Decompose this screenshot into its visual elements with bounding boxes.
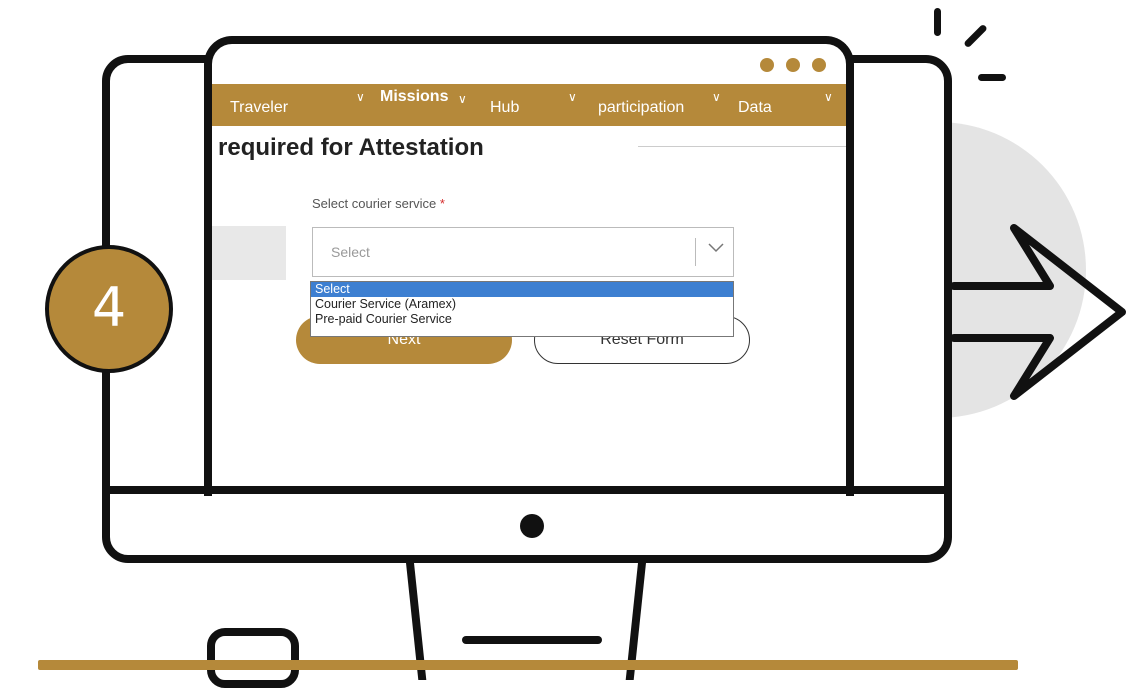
monitor-button-icon xyxy=(520,514,544,538)
required-mark: * xyxy=(439,196,445,211)
window-dot-icon[interactable] xyxy=(786,58,800,72)
dropdown-option[interactable]: Courier Service (Aramex) xyxy=(311,297,733,312)
chevron-down-icon[interactable]: ∨ xyxy=(356,90,365,104)
nav-item-data[interactable]: Data xyxy=(738,99,772,117)
window-dot-icon[interactable] xyxy=(760,58,774,72)
select-divider xyxy=(695,238,696,266)
window-dot-icon[interactable] xyxy=(812,58,826,72)
courier-dropdown-list: Select Courier Service (Aramex) Pre-paid… xyxy=(310,281,734,337)
nav-item-hub[interactable]: Hub xyxy=(490,99,519,117)
sparkle-icon xyxy=(934,8,941,36)
chevron-down-icon[interactable]: ∨ xyxy=(824,90,833,104)
chevron-down-icon[interactable]: ∨ xyxy=(568,90,577,104)
dropdown-option[interactable]: Pre-paid Courier Service xyxy=(311,312,733,327)
courier-select-value: Select xyxy=(331,244,370,260)
step-number-badge: 4 xyxy=(45,245,173,373)
page-title: required for Attestation xyxy=(218,134,484,161)
courier-field-label: Select courier service * xyxy=(312,196,445,211)
window-controls xyxy=(760,58,826,72)
courier-field-label-text: Select courier service xyxy=(312,196,437,211)
sparkle-icon xyxy=(963,23,988,49)
side-panel xyxy=(212,226,286,280)
monitor-stand-base xyxy=(462,636,602,644)
floor-line xyxy=(38,660,1018,670)
nav-item-missions[interactable]: Missions xyxy=(380,88,448,106)
arrow-right-icon xyxy=(950,224,1126,400)
divider xyxy=(638,146,846,147)
dropdown-option[interactable]: Select xyxy=(311,282,733,297)
chevron-down-icon[interactable]: ∨ xyxy=(712,90,721,104)
sparkle-icon xyxy=(978,74,1006,81)
browser-window: Traveler ∨ Missions ∨ Hub ∨ participatio… xyxy=(204,36,854,496)
top-nav: Traveler ∨ Missions ∨ Hub ∨ participatio… xyxy=(212,84,846,126)
nav-item-participation[interactable]: participation xyxy=(598,99,684,117)
nav-item-traveler[interactable]: Traveler xyxy=(230,99,288,117)
browser-bottom-edge xyxy=(204,486,854,494)
chevron-down-icon[interactable]: ∨ xyxy=(458,92,467,106)
courier-select[interactable]: Select xyxy=(312,227,734,277)
chevron-down-icon[interactable] xyxy=(707,236,725,258)
keyboard-shape xyxy=(207,628,299,688)
